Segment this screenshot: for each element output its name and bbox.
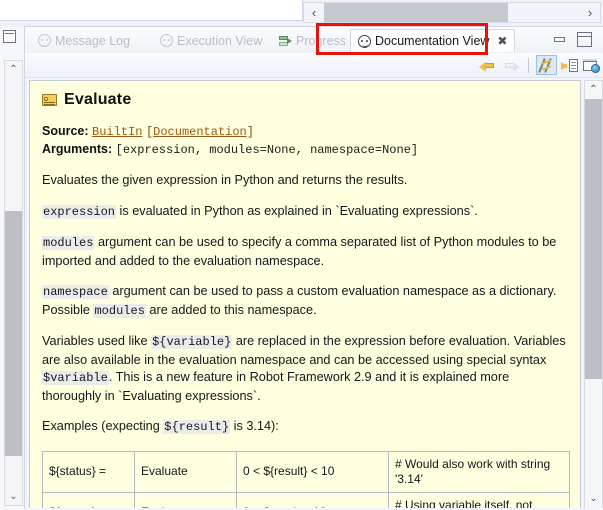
arrow-left-icon xyxy=(478,60,496,72)
table-cell: ${status} = xyxy=(42,491,135,508)
doc-scroll-down-arrow-icon[interactable]: ⌄ xyxy=(585,490,602,507)
tab-label: Message Log xyxy=(55,33,131,48)
minimize-button[interactable] xyxy=(553,33,568,47)
paragraph-text: Evaluates the given expression in Python… xyxy=(42,173,408,187)
documentation-view-panel: Message Log Execution View Progress Docu… xyxy=(24,26,603,510)
documentation-vertical-scrollbar[interactable]: ⌃ ⌄ xyxy=(584,80,603,508)
table-cell: 0 < $result < 10 xyxy=(236,491,389,508)
outer-hscroll-track[interactable] xyxy=(324,3,580,22)
table-cell: # Would also work with string '3.14' xyxy=(388,450,570,493)
bracket-close: ] xyxy=(246,125,254,139)
page-title: Evaluate xyxy=(42,91,570,109)
documentation-paragraphs: Evaluates the given expression in Python… xyxy=(42,172,570,437)
inline-code: $variable xyxy=(42,371,109,385)
arguments-label: Arguments: xyxy=(42,142,113,156)
doc-paragraph: Variables used like ${variable} are repl… xyxy=(42,333,570,405)
tab-message-log[interactable]: Message Log xyxy=(31,29,137,52)
inline-code: modules xyxy=(93,303,146,318)
keyword-icon xyxy=(42,94,57,106)
browser-window-icon xyxy=(582,58,600,73)
go-to-source-button[interactable] xyxy=(559,56,579,75)
tab-label: Execution View xyxy=(177,33,263,48)
inline-code: namespace xyxy=(42,285,109,299)
paragraph-text: argument can be used to specify a comma … xyxy=(42,235,557,268)
arguments-line: Arguments: [expression, modules=None, na… xyxy=(42,141,570,159)
doc-paragraph: Evaluates the given expression in Python… xyxy=(42,172,570,190)
robot-icon xyxy=(358,34,371,48)
doc-paragraph: namespace argument can be used to pass a… xyxy=(42,283,570,320)
forward-button[interactable] xyxy=(501,56,521,75)
doc-paragraph: expression is evaluated in Python as exp… xyxy=(42,203,570,222)
source-line: Source: BuiltIn [Documentation] xyxy=(42,123,570,141)
table-cell: ${status} = xyxy=(42,450,135,493)
documentation-frame: Evaluate Source: BuiltIn [Documentation]… xyxy=(29,80,581,508)
documentation-body: Evaluate Source: BuiltIn [Documentation]… xyxy=(30,81,580,508)
view-tab-bar: Message Log Execution View Progress Docu… xyxy=(25,27,603,53)
table-cell: Evaluate xyxy=(134,450,237,493)
scroll-left-arrow-icon[interactable]: ‹ xyxy=(304,3,324,22)
table-row: ${status} = Evaluate 0 < ${result} < 10 # W… xyxy=(42,450,570,493)
paragraph-text: Variables used like xyxy=(42,334,152,348)
inline-code: ${variable} xyxy=(151,335,233,349)
tab-documentation-view[interactable]: Documentation View ✖ xyxy=(350,29,516,52)
doc-paragraph: modules argument can be used to specify … xyxy=(42,234,570,270)
toolbar-separator xyxy=(528,58,529,73)
source-link-documentation[interactable]: Documentation xyxy=(153,125,247,139)
outer-vscroll-thumb[interactable] xyxy=(5,211,22,456)
documentation-content-area: Evaluate Source: BuiltIn [Documentation]… xyxy=(25,78,603,510)
outer-horizontal-scrollbar[interactable]: ‹ › xyxy=(303,2,601,23)
outer-scroll-up-arrow-icon[interactable]: ⌃ xyxy=(5,61,22,78)
doc-scroll-up-arrow-icon[interactable]: ⌃ xyxy=(585,81,602,98)
outer-hscroll-thumb[interactable] xyxy=(324,3,509,22)
open-in-browser-button[interactable] xyxy=(581,56,601,75)
maximize-button[interactable] xyxy=(577,32,592,47)
doc-paragraph: Examples (expecting ${result} is 3.14): xyxy=(42,418,570,437)
arrow-right-icon xyxy=(503,60,520,72)
table-cell: 0 < ${result} < 10 xyxy=(236,450,389,493)
tab-progress[interactable]: Progress xyxy=(272,29,353,52)
source-link-builtin[interactable]: BuiltIn xyxy=(92,125,142,139)
paragraph-text: . This is a new feature in Robot Framewo… xyxy=(42,370,510,403)
view-toolbar xyxy=(25,53,603,78)
scroll-right-arrow-icon[interactable]: › xyxy=(580,3,600,22)
paragraph-text: are added to this namespace. xyxy=(145,302,317,317)
inline-code: modules xyxy=(42,236,95,250)
tab-label: Progress xyxy=(296,33,347,48)
paragraph-text: is evaluated in Python as explained in `… xyxy=(116,203,478,218)
goto-source-icon xyxy=(560,58,578,73)
progress-icon xyxy=(279,35,292,47)
filter-icon xyxy=(538,57,554,73)
inline-code: ${result} xyxy=(163,420,231,434)
paragraph-text: Examples (expecting xyxy=(42,419,164,433)
table-cell: # Using variable itself, not string repr… xyxy=(388,491,570,508)
outer-scroll-down-arrow-icon[interactable]: ⌄ xyxy=(5,488,22,505)
robot-icon xyxy=(160,34,173,47)
outer-panel-icon xyxy=(3,30,16,43)
examples-table: ${status} = Evaluate 0 < ${result} < 10 # W… xyxy=(42,450,570,508)
table-row: ${status} =Evaluate0 < $result < 10# Usi… xyxy=(42,491,570,508)
source-label: Source: xyxy=(42,124,89,138)
page-title-text: Evaluate xyxy=(64,91,132,108)
outer-top-strip: ‹ › xyxy=(0,0,603,26)
outer-vertical-scrollbar[interactable]: ⌃ ⌄ xyxy=(4,60,23,506)
close-icon[interactable]: ✖ xyxy=(497,34,507,48)
tab-label: Documentation View xyxy=(375,34,490,48)
doc-vscroll-thumb[interactable] xyxy=(585,99,602,379)
back-button[interactable] xyxy=(477,56,497,75)
arguments-value: [expression, modules=None, namespace=Non… xyxy=(115,143,419,157)
table-cell: Evaluate xyxy=(134,491,237,508)
inline-code: expression xyxy=(42,204,117,219)
robot-icon xyxy=(38,34,51,47)
filter-toggle-button[interactable] xyxy=(536,55,557,75)
tab-execution-view[interactable]: Execution View xyxy=(153,29,269,52)
paragraph-text: is 3.14): xyxy=(230,419,279,433)
outer-left-panel-edge xyxy=(0,0,303,21)
